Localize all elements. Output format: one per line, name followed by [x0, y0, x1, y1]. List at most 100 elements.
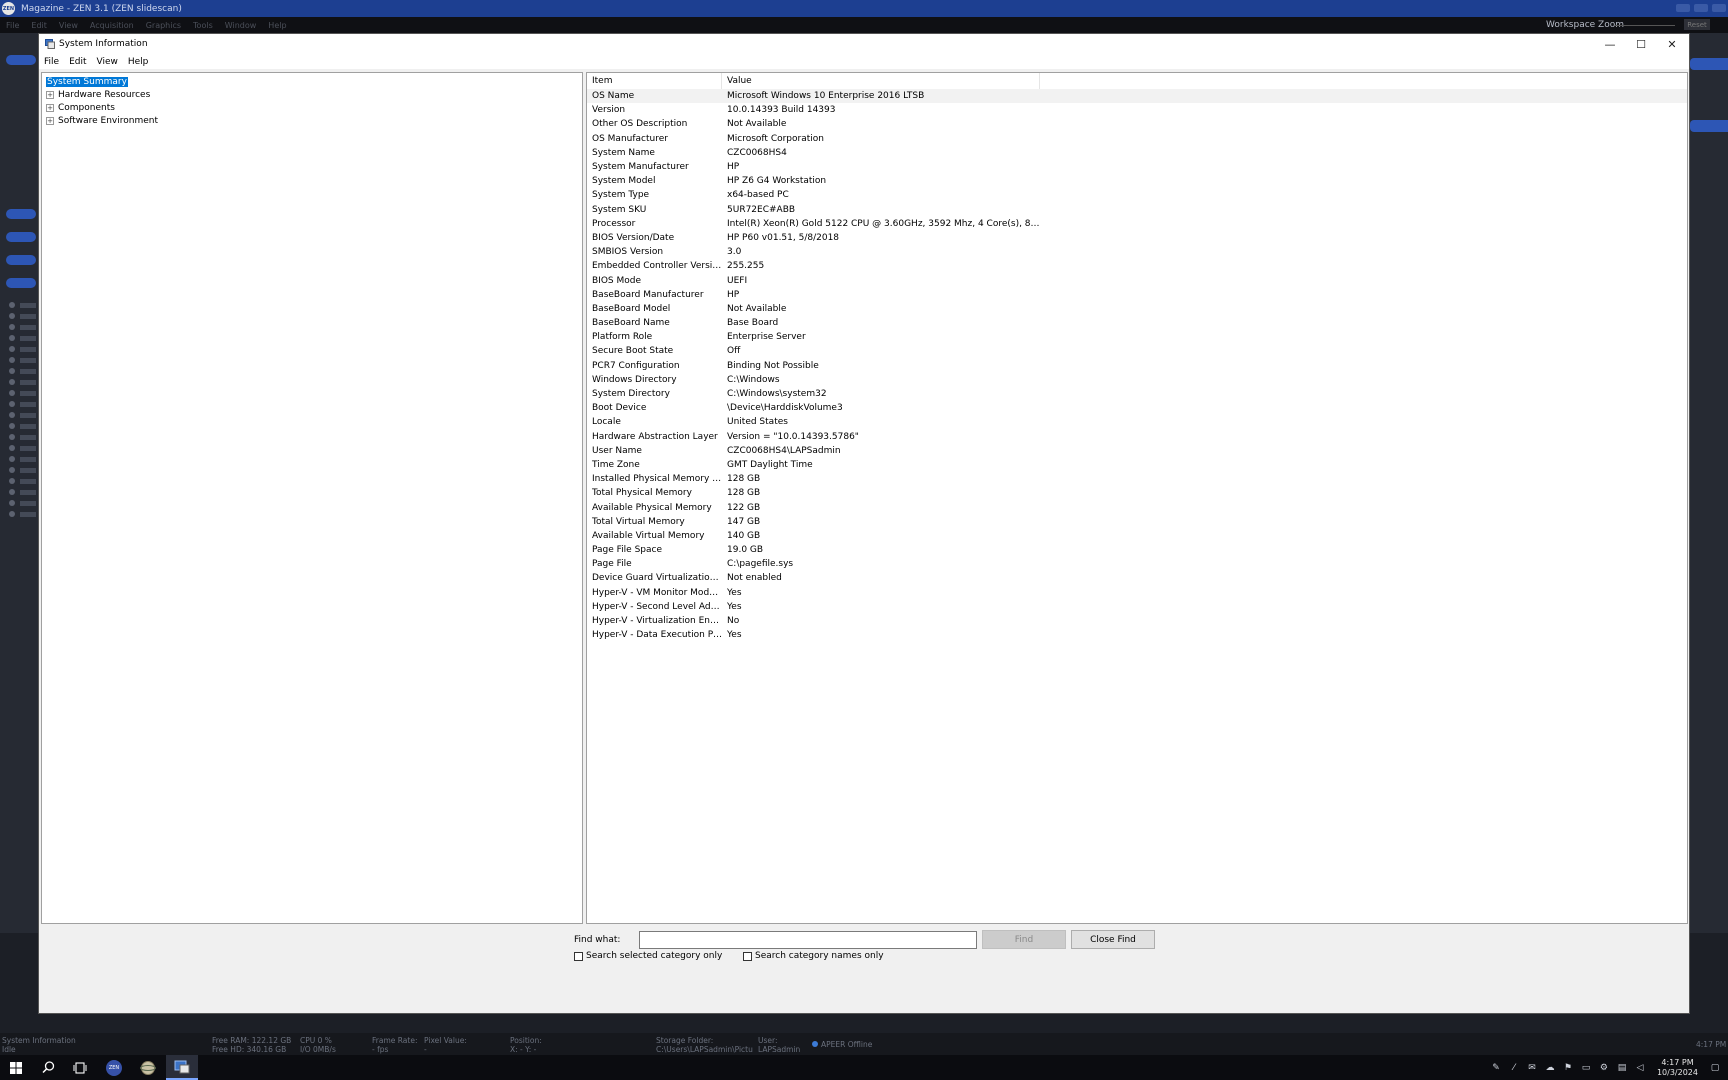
zen-tool-tab[interactable] — [6, 232, 36, 242]
table-row[interactable]: System SKU 5UR72EC#ABB — [587, 203, 1687, 217]
table-row[interactable]: Available Virtual Memory 140 GB — [587, 529, 1687, 543]
table-row[interactable]: OS Manufacturer Microsoft Corporation — [587, 132, 1687, 146]
tray-settings-icon[interactable]: ⚙ — [1597, 1061, 1611, 1075]
tray-network-icon[interactable]: ▭ — [1579, 1061, 1593, 1075]
table-row[interactable]: Hyper-V - Second Level Addres... Yes — [587, 600, 1687, 614]
zen-right-tab[interactable] — [1690, 58, 1728, 70]
maximize-button[interactable]: ☐ — [1626, 34, 1656, 54]
table-row[interactable]: System Model HP Z6 G4 Workstation — [587, 174, 1687, 188]
zen-menu-window[interactable]: Window — [225, 21, 257, 30]
table-row[interactable]: Other OS Description Not Available — [587, 117, 1687, 131]
menu-view[interactable]: View — [96, 57, 119, 67]
table-row[interactable]: System Directory C:\Windows\system32 — [587, 387, 1687, 401]
table-row[interactable]: Platform Role Enterprise Server — [587, 330, 1687, 344]
status-storage-path[interactable]: C:\Users\LAPSadmin\Pictu — [656, 1045, 753, 1054]
column-header-item[interactable]: Item — [587, 73, 722, 89]
minimize-button[interactable]: — — [1595, 34, 1625, 54]
table-row[interactable]: BaseBoard Manufacturer HP — [587, 288, 1687, 302]
table-row[interactable]: Windows Directory C:\Windows — [587, 373, 1687, 387]
tray-brush-icon[interactable]: ⁄ — [1507, 1061, 1521, 1075]
table-row[interactable]: Page File C:\pagefile.sys — [587, 557, 1687, 571]
table-row[interactable]: Version 10.0.14393 Build 14393 — [587, 103, 1687, 117]
tray-cloud-icon[interactable]: ☁ — [1543, 1061, 1557, 1075]
zen-tool-tab[interactable] — [6, 55, 36, 65]
menu-edit[interactable]: Edit — [68, 57, 87, 67]
table-row[interactable]: User Name CZC0068HS4\LAPSadmin — [587, 444, 1687, 458]
table-row[interactable]: System Manufacturer HP — [587, 160, 1687, 174]
checkbox-box[interactable] — [743, 951, 752, 961]
tree-node-system-summary[interactable]: System Summary — [42, 75, 582, 88]
table-row[interactable]: Hyper-V - Data Execution Prote... Yes — [587, 628, 1687, 642]
table-row[interactable]: Secure Boot State Off — [587, 344, 1687, 358]
taskbar-app-2[interactable] — [132, 1055, 164, 1080]
taskbar-clock[interactable]: 4:17 PM 10/3/2024 — [1657, 1058, 1698, 1078]
zen-menu-acquisition[interactable]: Acquisition — [90, 21, 134, 30]
table-row[interactable]: Available Physical Memory 122 GB — [587, 500, 1687, 514]
workspace-zoom-reset-button[interactable]: Reset — [1684, 19, 1710, 30]
table-row[interactable]: Processor Intel(R) Xeon(R) Gold 5122 CPU … — [587, 217, 1687, 231]
zen-tool-tab[interactable] — [6, 278, 36, 288]
tree-node-hardware-resources[interactable]: + Hardware Resources — [42, 88, 582, 101]
find-what-input[interactable] — [639, 931, 977, 949]
start-button[interactable] — [0, 1055, 32, 1080]
tray-mail-icon[interactable]: ✉ — [1525, 1061, 1539, 1075]
menu-help[interactable]: Help — [127, 57, 150, 67]
zen-menu-file[interactable]: File — [6, 21, 19, 30]
search-button[interactable] — [32, 1055, 64, 1080]
table-row[interactable]: Hyper-V - VM Monitor Mode E... Yes — [587, 586, 1687, 600]
expand-plus-icon[interactable]: + — [46, 103, 54, 112]
zen-close-button[interactable] — [1712, 4, 1726, 12]
table-row[interactable]: PCR7 Configuration Binding Not Possible — [587, 359, 1687, 373]
table-row[interactable]: Hardware Abstraction Layer Version = "10.… — [587, 430, 1687, 444]
tray-flag-icon[interactable]: ⚑ — [1561, 1061, 1575, 1075]
column-header-value[interactable]: Value — [722, 73, 1040, 89]
search-category-names-checkbox[interactable]: Search category names only — [743, 951, 884, 961]
table-row[interactable]: Total Virtual Memory 147 GB — [587, 515, 1687, 529]
status-apeer[interactable]: APEER Offline — [812, 1040, 872, 1049]
zen-menu-view[interactable]: View — [59, 21, 78, 30]
table-row[interactable]: BaseBoard Name Base Board — [587, 316, 1687, 330]
tree-node-components[interactable]: + Components — [42, 101, 582, 114]
table-row[interactable]: BIOS Mode UEFI — [587, 273, 1687, 287]
taskbar-system-information[interactable] — [166, 1055, 198, 1080]
notifications-icon[interactable]: ▢ — [1708, 1061, 1722, 1075]
table-row[interactable]: OS Name Microsoft Windows 10 Enterprise 2… — [587, 89, 1687, 104]
find-button[interactable]: Find — [982, 930, 1066, 949]
table-row[interactable]: Boot Device \Device\HarddiskVolume3 — [587, 401, 1687, 415]
table-row[interactable]: BIOS Version/Date HP P60 v01.51, 5/8/2018 — [587, 231, 1687, 245]
zen-maximize-button[interactable] — [1694, 4, 1708, 12]
zen-menu-edit[interactable]: Edit — [31, 21, 47, 30]
table-row[interactable]: Installed Physical Memory (RAM) 128 GB — [587, 472, 1687, 486]
table-row[interactable]: Locale United States — [587, 415, 1687, 429]
tray-volume-icon[interactable]: ◁ — [1633, 1061, 1647, 1075]
zen-right-tab[interactable] — [1690, 120, 1728, 132]
zen-menu-graphics[interactable]: Graphics — [146, 21, 181, 30]
taskbar-zen-app[interactable]: ZEN — [98, 1055, 130, 1080]
zen-minimize-button[interactable] — [1676, 4, 1690, 12]
search-selected-category-checkbox[interactable]: Search selected category only — [574, 951, 722, 961]
table-row[interactable]: Device Guard Virtualization bas... Not en… — [587, 571, 1687, 585]
table-row[interactable]: Embedded Controller Version 255.255 — [587, 259, 1687, 273]
table-row[interactable]: Time Zone GMT Daylight Time — [587, 458, 1687, 472]
tree-node-software-environment[interactable]: + Software Environment — [42, 114, 582, 127]
table-row[interactable]: Page File Space 19.0 GB — [587, 543, 1687, 557]
task-view-button[interactable] — [64, 1055, 96, 1080]
tray-pen-icon[interactable]: ✎ — [1489, 1061, 1503, 1075]
close-find-button[interactable]: Close Find — [1071, 930, 1155, 949]
zen-menu-help[interactable]: Help — [268, 21, 286, 30]
checkbox-box[interactable] — [574, 951, 583, 961]
close-button[interactable]: ✕ — [1657, 34, 1687, 54]
workspace-zoom-slider[interactable] — [1615, 25, 1675, 26]
menu-file[interactable]: File — [43, 57, 60, 67]
expand-plus-icon[interactable]: + — [46, 90, 54, 99]
zen-tool-tab[interactable] — [6, 209, 36, 219]
table-row[interactable]: Hyper-V - Virtualization Enable... No — [587, 614, 1687, 628]
table-row[interactable]: Total Physical Memory 128 GB — [587, 486, 1687, 500]
table-row[interactable]: System Name CZC0068HS4 — [587, 146, 1687, 160]
table-row[interactable]: SMBIOS Version 3.0 — [587, 245, 1687, 259]
table-row[interactable]: BaseBoard Model Not Available — [587, 302, 1687, 316]
tray-folder-icon[interactable]: ▤ — [1615, 1061, 1629, 1075]
zen-menu-tools[interactable]: Tools — [193, 21, 213, 30]
expand-plus-icon[interactable]: + — [46, 116, 54, 125]
table-row[interactable]: System Type x64-based PC — [587, 188, 1687, 202]
